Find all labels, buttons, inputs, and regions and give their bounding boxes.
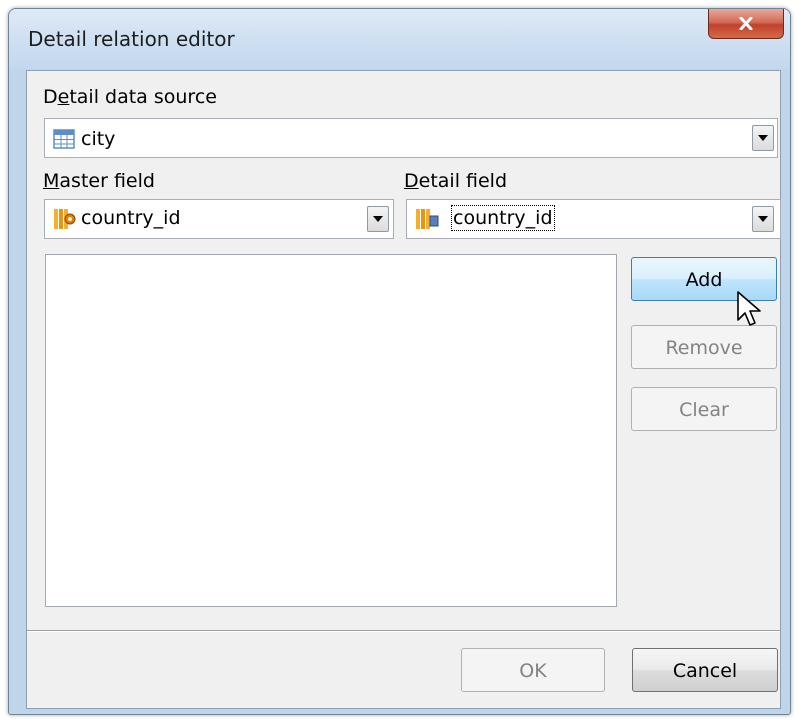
key-field-icon bbox=[54, 209, 76, 229]
detail-data-source-dropdown-button[interactable] bbox=[752, 125, 774, 151]
relations-listbox[interactable] bbox=[45, 254, 617, 607]
ok-button[interactable]: OK bbox=[461, 648, 605, 692]
clear-button[interactable]: Clear bbox=[631, 387, 777, 431]
master-field-value: country_id bbox=[81, 207, 181, 229]
detail-field-label: Detail field bbox=[404, 170, 508, 192]
window-title: Detail relation editor bbox=[28, 27, 235, 51]
field-icon bbox=[416, 209, 439, 229]
close-button[interactable] bbox=[708, 9, 784, 39]
remove-button[interactable]: Remove bbox=[631, 325, 777, 369]
detail-field-value: country_id bbox=[451, 205, 555, 231]
detail-field-combobox[interactable]: country_id bbox=[406, 199, 781, 239]
close-icon bbox=[739, 17, 753, 30]
detail-field-dropdown-button[interactable] bbox=[752, 206, 774, 232]
master-field-label: Master field bbox=[43, 170, 155, 192]
mouse-cursor-icon bbox=[737, 291, 761, 326]
master-field-combobox[interactable]: country_id bbox=[44, 199, 394, 239]
detail-data-source-combobox[interactable]: city bbox=[44, 118, 778, 158]
cancel-button[interactable]: Cancel bbox=[632, 648, 778, 692]
detail-data-source-value: city bbox=[81, 128, 116, 150]
table-icon bbox=[53, 129, 75, 149]
detail-data-source-label: Detail data source bbox=[43, 86, 217, 108]
master-field-dropdown-button[interactable] bbox=[367, 206, 389, 232]
